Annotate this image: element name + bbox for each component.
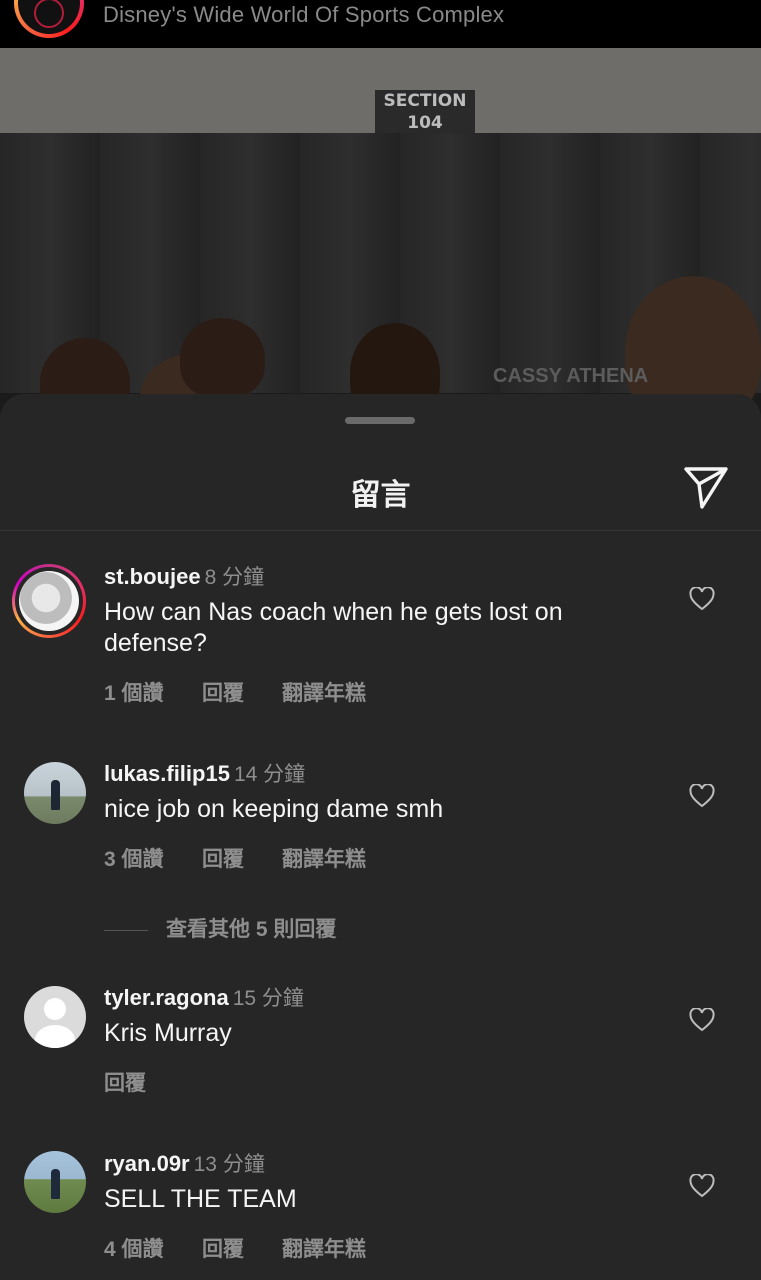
- comment-like-count[interactable]: 1 個讚: [104, 677, 202, 707]
- comment-text: SELL THE TEAM: [104, 1185, 297, 1213]
- heart-icon[interactable]: [689, 784, 715, 808]
- replies-line: [104, 929, 148, 931]
- comment-text: Kris Murray: [104, 1019, 232, 1047]
- commenter-avatar[interactable]: [24, 1151, 86, 1213]
- commenter-avatar[interactable]: [24, 762, 86, 824]
- comments-sheet: 留言 st.boujee 8 分鐘 How can Nas coach when …: [0, 394, 761, 1280]
- reply-button[interactable]: 回覆: [202, 677, 282, 707]
- commenter-avatar[interactable]: [12, 564, 86, 638]
- screen: Disney's Wide World Of Sports Complex SE…: [0, 0, 761, 1280]
- comment-time: 8 分鐘: [204, 566, 265, 589]
- comment-actions: 3 個讚 回覆 翻譯年糕: [104, 843, 366, 873]
- photo-watermark: CASSY ATHENA: [493, 365, 649, 387]
- comment-actions: 1 個讚 回覆 翻譯年糕: [104, 677, 366, 707]
- comment-like-count[interactable]: 3 個讚: [104, 843, 202, 873]
- comment-username[interactable]: tyler.ragona: [104, 985, 229, 1010]
- comment-actions: 回覆: [104, 1067, 146, 1097]
- comment-username[interactable]: ryan.09r: [104, 1151, 190, 1176]
- reply-button[interactable]: 回覆: [202, 843, 282, 873]
- translate-button[interactable]: 翻譯年糕: [282, 843, 366, 873]
- post-header: Disney's Wide World Of Sports Complex: [0, 0, 761, 48]
- photo-person: [180, 318, 265, 398]
- post-location[interactable]: Disney's Wide World Of Sports Complex: [103, 2, 504, 28]
- sheet-title: 留言: [350, 478, 411, 513]
- heart-icon[interactable]: [689, 1174, 715, 1198]
- comment-meta: ryan.09r 13 分鐘: [104, 1148, 265, 1178]
- paper-plane-icon[interactable]: [682, 464, 730, 510]
- photo-section-sign: SECTION 104: [375, 90, 475, 138]
- comment-username[interactable]: lukas.filip15: [104, 761, 230, 786]
- reply-button[interactable]: 回覆: [104, 1067, 146, 1097]
- sheet-grabber[interactable]: [345, 417, 415, 424]
- comment-time: 14 分鐘: [233, 763, 306, 786]
- translate-button[interactable]: 翻譯年糕: [282, 1233, 366, 1263]
- comment-meta: tyler.ragona 15 分鐘: [104, 982, 304, 1012]
- heart-icon[interactable]: [689, 1008, 715, 1032]
- comment-like-count[interactable]: 4 個讚: [104, 1233, 202, 1263]
- comment-text: nice job on keeping dame smh: [104, 795, 444, 823]
- view-more-replies-button[interactable]: 查看其他 5 則回覆: [104, 913, 336, 943]
- commenter-avatar[interactable]: [24, 986, 86, 1048]
- comment-text: How can Nas coach when he gets lost on d…: [104, 598, 563, 657]
- reply-button[interactable]: 回覆: [202, 1233, 282, 1263]
- comment-username[interactable]: st.boujee: [104, 564, 201, 589]
- view-more-replies-label: 查看其他 5 則回覆: [166, 918, 337, 941]
- post-author-avatar[interactable]: [14, 0, 84, 38]
- comment-meta: st.boujee 8 分鐘: [104, 561, 264, 591]
- comment-time: 13 分鐘: [193, 1153, 265, 1176]
- translate-button[interactable]: 翻譯年糕: [282, 677, 366, 707]
- heart-icon[interactable]: [689, 587, 715, 611]
- comment-time: 15 分鐘: [232, 987, 304, 1010]
- comment-actions: 4 個讚 回覆 翻譯年糕: [104, 1233, 366, 1263]
- post-photo: SECTION 104 CASSY ATHENA: [0, 48, 761, 428]
- comment-meta: lukas.filip15 14 分鐘: [104, 758, 305, 788]
- sheet-divider: [0, 530, 761, 531]
